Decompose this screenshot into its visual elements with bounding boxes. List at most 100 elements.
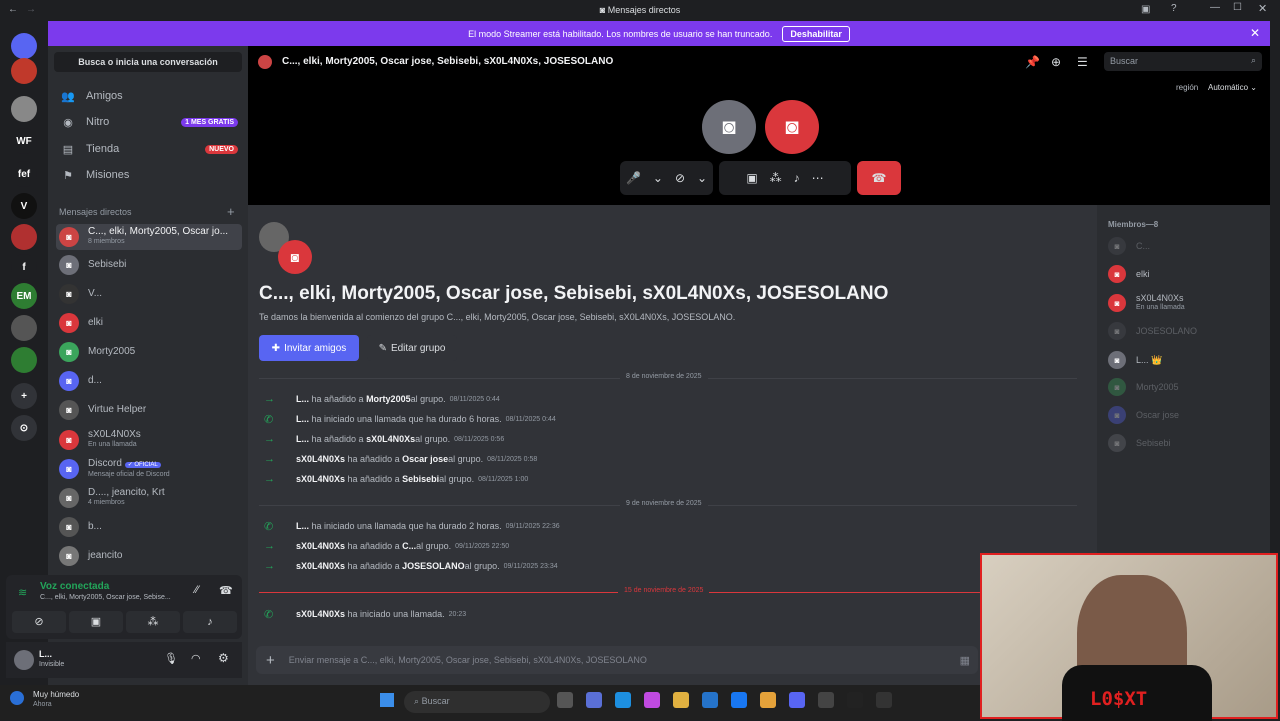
dm-item[interactable]: ◙ elki [56, 310, 242, 336]
soundboard-icon[interactable]: ♪ [794, 171, 800, 185]
pin-icon[interactable]: 📌 [1025, 55, 1040, 69]
hangup-button[interactable]: ☎ [857, 161, 901, 195]
dm-item[interactable]: ◙ Sebisebi [56, 252, 242, 278]
message-target[interactable]: Morty2005 [366, 394, 411, 404]
message-target[interactable]: Oscar jose [402, 454, 448, 464]
dm-item[interactable]: ◙ Morty2005 [56, 339, 242, 365]
soundboard-button[interactable]: ♪ [183, 611, 237, 633]
nav-item-amigos[interactable]: 👥 Amigos [56, 85, 238, 107]
dm-item[interactable]: ◙ V... [56, 281, 242, 307]
discord-icon[interactable] [789, 692, 805, 708]
invite-friends-button[interactable]: ✚ Invitar amigos [259, 335, 359, 361]
dm-search-button[interactable]: Busca o inicia una conversación [54, 52, 242, 72]
dm-item[interactable]: ◙ D...., jeancito, Krt 4 miembros [56, 485, 242, 511]
inbox-icon[interactable]: ▣ [1141, 4, 1150, 15]
search-input[interactable]: Buscar ⌕ [1104, 52, 1262, 71]
add-friend-icon[interactable]: ⊕ [1051, 55, 1061, 69]
server-icon[interactable] [11, 347, 37, 373]
mic-icon[interactable]: 🎙 [164, 652, 178, 665]
more-icon[interactable]: ⋯ [812, 171, 824, 185]
chrome-icon[interactable] [760, 692, 776, 708]
server-icon[interactable]: WF [11, 128, 37, 154]
screenshare-icon[interactable]: ▣ [746, 171, 757, 185]
message-actor[interactable]: sX0L4N0Xs [296, 454, 345, 464]
app-icon[interactable] [847, 692, 863, 708]
participant-tile[interactable]: ◙ [765, 100, 819, 154]
edit-group-button[interactable]: ✎ Editar grupo [367, 335, 457, 361]
settings-icon[interactable] [876, 692, 892, 708]
message-target[interactable]: C... [402, 541, 416, 551]
user-name[interactable]: L... [39, 649, 52, 659]
server-icon[interactable] [11, 58, 37, 84]
new-dm-icon[interactable]: + [227, 204, 235, 219]
message-actor[interactable]: sX0L4N0Xs [296, 541, 345, 551]
message-actor[interactable]: L... [296, 434, 309, 444]
member-item[interactable]: ◙ JOSESOLANO [1108, 321, 1197, 341]
disconnect-icon[interactable]: ☎ [219, 584, 233, 597]
taskview-icon[interactable] [557, 692, 573, 708]
message-actor[interactable]: L... [296, 414, 309, 424]
screenshare-button[interactable]: ▣ [69, 611, 123, 633]
help-icon[interactable]: ? [1171, 3, 1177, 14]
message-actor[interactable]: sX0L4N0Xs [296, 474, 345, 484]
server-icon[interactable]: + [11, 383, 37, 409]
minimize-icon[interactable]: — [1210, 2, 1220, 13]
server-icon[interactable]: EM [11, 283, 37, 309]
app-icon[interactable] [644, 692, 660, 708]
dm-item[interactable]: ◙ C..., elki, Morty2005, Oscar jo... 8 mie… [56, 224, 242, 250]
member-item[interactable]: ◙ Oscar jose [1108, 405, 1179, 425]
gift-icon[interactable]: ▦ [960, 654, 970, 667]
mic-icon[interactable]: 🎤 [626, 171, 641, 185]
close-banner-icon[interactable]: ✕ [1250, 26, 1260, 40]
dm-item[interactable]: ◙ b... [56, 514, 242, 540]
camera-off-icon[interactable]: ⊘ [675, 171, 685, 185]
server-icon[interactable] [11, 315, 37, 341]
server-icon[interactable]: ⊙ [11, 415, 37, 441]
folder-icon[interactable] [673, 692, 689, 708]
disable-streamer-button[interactable]: Deshabilitar [782, 25, 850, 42]
server-icon[interactable] [11, 33, 37, 59]
upload-icon[interactable]: + [266, 652, 275, 669]
mic-control[interactable]: 🎤 ⌄ ⊘ ⌄ [620, 161, 713, 195]
message-target[interactable]: JOSESOLANO [402, 561, 465, 571]
server-icon[interactable]: f [11, 254, 37, 280]
message-target[interactable]: sX0L4N0Xs [366, 434, 415, 444]
video-off-button[interactable]: ⊘ [12, 611, 66, 633]
dm-item[interactable]: ◙ sX0L4N0Xs En una llamada [56, 427, 242, 453]
message-actor[interactable]: L... [296, 394, 309, 404]
nav-item-tienda[interactable]: ▤ Tienda NUEVO [56, 138, 238, 160]
chevron-down-icon[interactable]: ⌄ [697, 171, 707, 185]
activities-icon[interactable]: ⁂ [770, 171, 782, 185]
app-icon[interactable] [586, 692, 602, 708]
member-item[interactable]: ◙ C... [1108, 236, 1150, 256]
dm-item[interactable]: ◙ Discord ✓ OFICIAL Mensaje oficial de Dis… [56, 456, 242, 482]
windows-start-icon[interactable] [380, 693, 394, 707]
avatar[interactable] [14, 650, 34, 670]
members-toggle-icon[interactable]: ☰ [1077, 55, 1088, 69]
message-actor[interactable]: sX0L4N0Xs [296, 561, 345, 571]
member-item[interactable]: ◙ Sebisebi [1108, 433, 1171, 453]
app-icon[interactable] [818, 692, 834, 708]
chevron-down-icon[interactable]: ⌄ [653, 171, 663, 185]
gear-icon[interactable]: ⚙ [218, 651, 229, 665]
taskbar-search[interactable]: ⌕ Buscar [404, 691, 550, 713]
close-window-icon[interactable]: ✕ [1258, 2, 1267, 15]
store-icon[interactable] [702, 692, 718, 708]
maximize-icon[interactable]: ☐ [1233, 2, 1242, 13]
member-item[interactable]: ◙ Morty2005 [1108, 377, 1179, 397]
dm-item[interactable]: ◙ d... [56, 368, 242, 394]
voice-channel[interactable]: C..., elki, Morty2005, Oscar jose, Sebis… [40, 594, 171, 601]
voice-status[interactable]: Voz conectada [40, 581, 109, 592]
dm-item[interactable]: ◙ Virtue Helper [56, 397, 242, 423]
dm-item[interactable]: ◙ jeancito [56, 543, 242, 569]
server-icon[interactable] [11, 224, 37, 250]
facebook-icon[interactable] [731, 692, 747, 708]
message-actor[interactable]: sX0L4N0Xs [296, 609, 345, 619]
region-select[interactable]: Automático ⌄ [1208, 83, 1257, 92]
server-icon[interactable]: fef [11, 161, 37, 187]
participant-tile[interactable]: ◙ [702, 100, 756, 154]
member-item[interactable]: ◙ sX0L4N0Xs En una llamada [1108, 293, 1185, 313]
noise-suppression-icon[interactable]: ⁄⁄ [195, 584, 199, 596]
nav-item-misiones[interactable]: ⚑ Misiones [56, 164, 238, 186]
message-target[interactable]: Sebisebi [402, 474, 439, 484]
